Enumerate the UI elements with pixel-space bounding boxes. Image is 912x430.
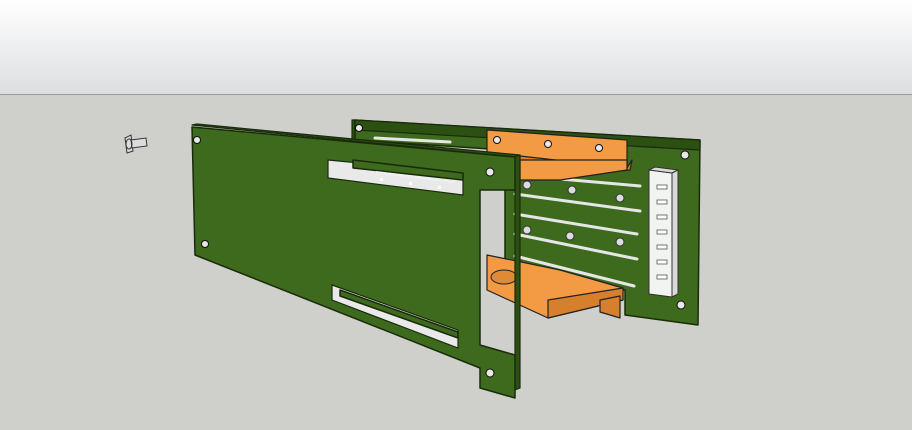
window-marker bbox=[380, 178, 383, 181]
front-panel-hole bbox=[485, 167, 495, 177]
rear-panel-hole-1 bbox=[355, 124, 363, 132]
loose-screw[interactable] bbox=[124, 134, 148, 154]
connector-side bbox=[671, 169, 679, 298]
front-panel-hole bbox=[193, 136, 201, 144]
bracket-hole bbox=[493, 136, 501, 144]
window-marker bbox=[409, 182, 412, 185]
rail-screw bbox=[522, 225, 532, 235]
front-panel-side-edge bbox=[514, 154, 521, 391]
rear-panel-hole-2 bbox=[680, 150, 690, 160]
model-viewport[interactable] bbox=[0, 0, 912, 430]
screw-shank bbox=[130, 137, 148, 149]
bracket-hole bbox=[595, 144, 603, 152]
rail-screw bbox=[567, 185, 577, 195]
rail-screw bbox=[615, 193, 625, 203]
front-panel-hole bbox=[201, 240, 209, 248]
card-cage-scene[interactable] bbox=[0, 0, 912, 430]
edge-connector bbox=[647, 166, 680, 298]
front-panel[interactable] bbox=[191, 123, 521, 399]
rail-screw bbox=[615, 237, 625, 247]
bracket-hole bbox=[490, 269, 518, 285]
rail-screw bbox=[565, 231, 575, 241]
rear-panel-hole-3 bbox=[676, 300, 686, 310]
front-panel-hole bbox=[485, 368, 495, 378]
bracket-hole bbox=[544, 140, 552, 148]
rail-screw bbox=[522, 180, 532, 190]
window-marker bbox=[438, 186, 441, 189]
lower-bracket-tab bbox=[599, 295, 621, 319]
